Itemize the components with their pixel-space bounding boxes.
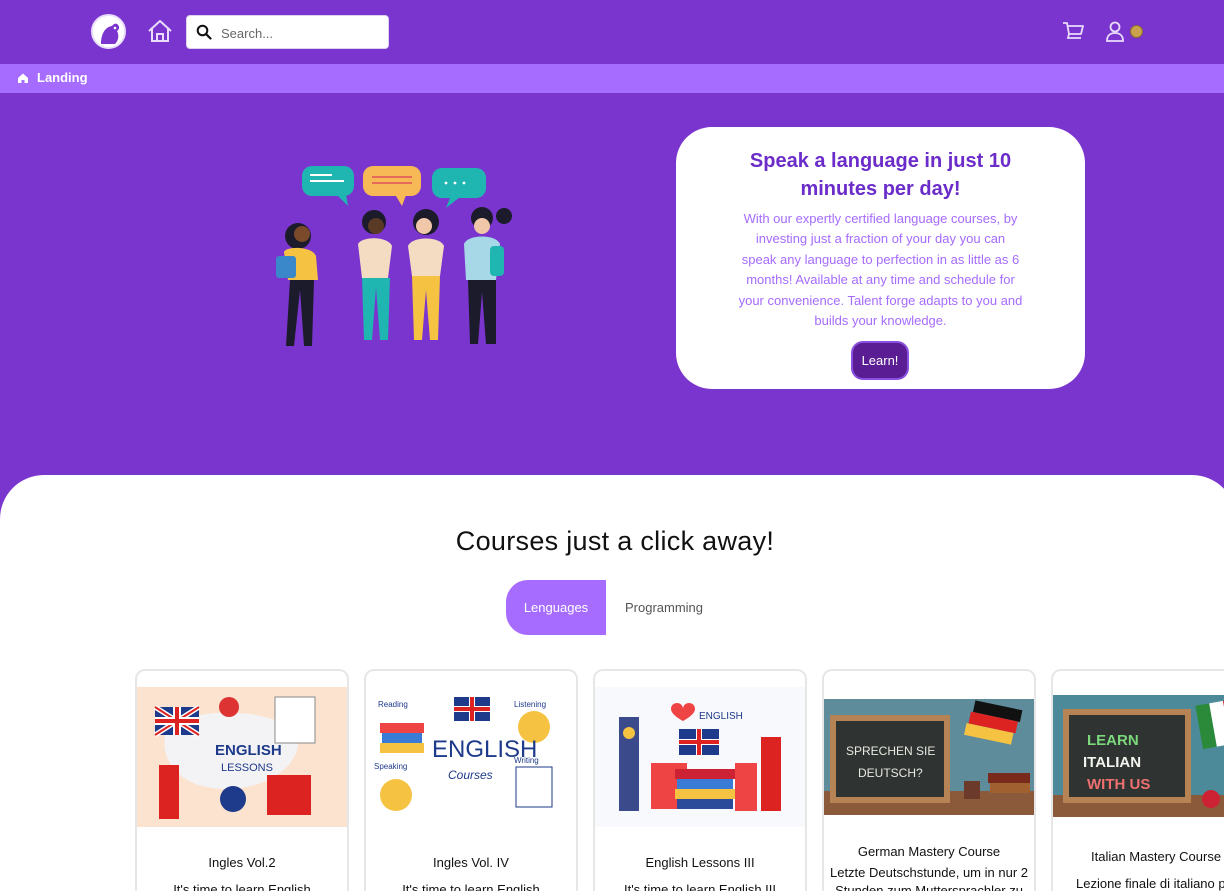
hero-description: With our expertly certified language cou… xyxy=(738,211,1023,329)
course-description: Letzte Deutschstunde, um in nur 2 Stunde… xyxy=(829,865,1028,891)
brand-logo[interactable] xyxy=(91,14,126,49)
italian-chalkboard-thumbnail: LEARN ITALIAN WITH US xyxy=(1053,695,1224,817)
course-description: Lezione finale di italiano per xyxy=(1076,876,1224,891)
avatar[interactable] xyxy=(1130,25,1143,38)
user-icon[interactable] xyxy=(1105,21,1125,43)
thumbnail-text: ENGLISH xyxy=(215,742,282,759)
home-icon[interactable] xyxy=(146,17,174,45)
course-card[interactable]: SPRECHEN SIE DEUTSCH? German Mastery Cou… xyxy=(822,669,1036,891)
home-icon[interactable] xyxy=(17,71,29,83)
course-description: It's time to learn English xyxy=(173,882,311,891)
top-navbar xyxy=(0,0,1224,64)
courses-heading: Courses just a click away! xyxy=(455,526,775,556)
thumbnail-text: DEUTSCH? xyxy=(858,766,923,780)
course-card[interactable]: LEARN ITALIAN WITH US Italian Mastery Co… xyxy=(1051,669,1224,891)
breadcrumb-item-landing[interactable]: Landing xyxy=(37,70,88,85)
english-lessons-thumbnail: ENGLISH LESSONS xyxy=(137,687,347,827)
course-description: It's time to learn English xyxy=(402,882,540,891)
thumbnail-text: ENGLISH xyxy=(432,736,537,763)
thumbnail-text: Reading xyxy=(378,700,408,709)
course-title: German Mastery Course xyxy=(857,844,1001,859)
course-card[interactable]: ENGLISH English Lessons III It's time to… xyxy=(593,669,807,891)
thumbnail-text: Speaking xyxy=(374,762,407,771)
thumbnail-text: WITH US xyxy=(1087,776,1150,793)
thumbnail-text: LESSONS xyxy=(221,762,273,774)
tab-languages[interactable]: Lenguages xyxy=(506,580,606,635)
course-title: Ingles Vol.2 xyxy=(208,855,276,870)
thumbnail-text: Listening xyxy=(514,700,546,709)
cart-icon[interactable] xyxy=(1061,19,1085,43)
hero-title: Speak a language in just 10 minutes per … xyxy=(749,150,1012,200)
thumbnail-text: LEARN xyxy=(1087,732,1139,749)
breadcrumb xyxy=(0,64,1224,93)
thumbnail-text: ITALIAN xyxy=(1083,754,1141,771)
english-lessons-books-thumbnail: ENGLISH xyxy=(595,687,805,827)
thumbnail-text: SPRECHEN SIE xyxy=(846,744,935,758)
tab-programming[interactable]: Programming xyxy=(606,580,722,635)
search-input[interactable] xyxy=(221,22,381,44)
people-talking-illustration xyxy=(268,160,518,355)
english-courses-thumbnail: Reading Listening Speaking Writing ENGLI… xyxy=(366,687,576,827)
course-description: It's time to learn English III xyxy=(623,882,777,891)
course-title: English Lessons III xyxy=(645,855,755,870)
course-card[interactable]: Reading Listening Speaking Writing ENGLI… xyxy=(364,669,578,891)
hero-card: Speak a language in just 10 minutes per … xyxy=(676,127,1085,389)
learn-button[interactable]: Learn! xyxy=(851,341,909,380)
thumbnail-text: ENGLISH xyxy=(699,711,743,722)
course-title: Italian Mastery Course xyxy=(1091,849,1222,864)
thumbnail-text: Courses xyxy=(448,768,493,782)
course-title: Ingles Vol. IV xyxy=(433,855,509,870)
german-chalkboard-thumbnail: SPRECHEN SIE DEUTSCH? xyxy=(824,699,1034,815)
search-box xyxy=(186,15,389,49)
search-icon xyxy=(196,24,212,40)
course-card[interactable]: ENGLISH LESSONS Ingles Vol.2 It's time t… xyxy=(135,669,349,891)
